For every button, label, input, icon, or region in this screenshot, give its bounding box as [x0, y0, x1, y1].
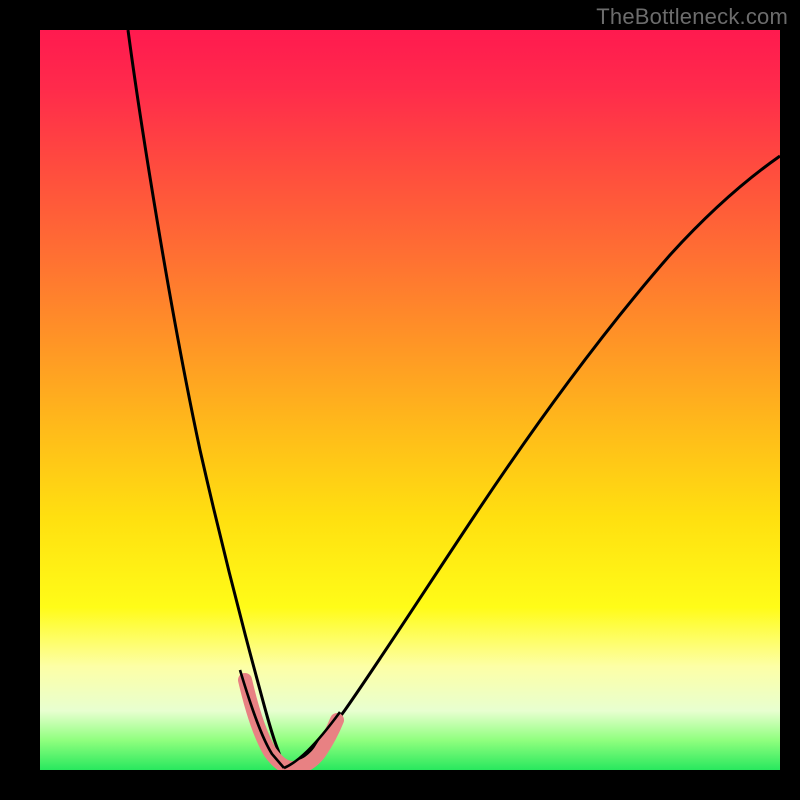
watermark-text: TheBottleneck.com	[596, 4, 788, 30]
chart-frame: TheBottleneck.com	[0, 0, 800, 800]
curve-left-branch	[128, 30, 284, 768]
curve-right-branch	[284, 156, 780, 768]
plot-area	[40, 30, 780, 770]
curve-layer	[40, 30, 780, 770]
